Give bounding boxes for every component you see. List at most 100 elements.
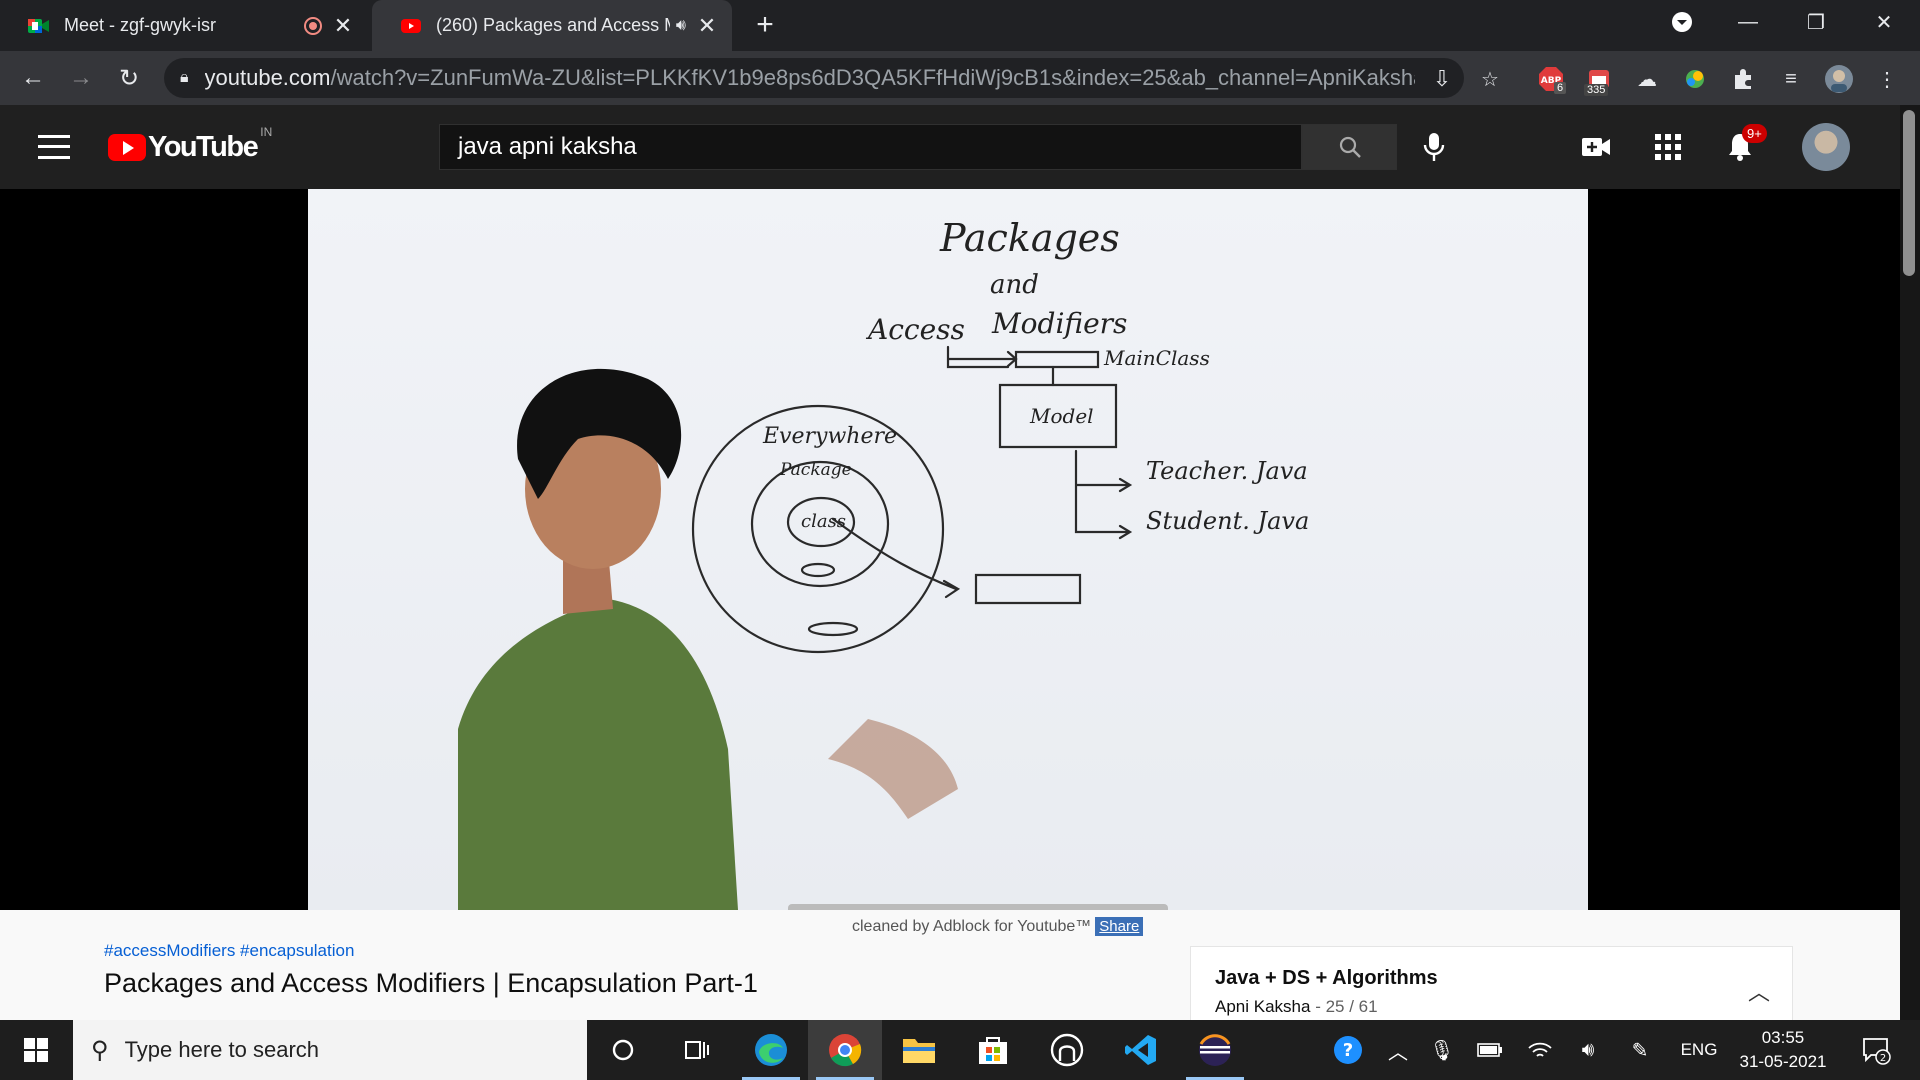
address-bar[interactable]: 🔒︎ youtube.com/watch?v=ZunFumWa-ZU&list=… xyxy=(164,58,1464,98)
heading-packages: Packages xyxy=(939,216,1120,260)
browser-tab-strip: Meet - zgf-gwyk-isr ✕ (260) Packages and… xyxy=(0,0,1920,51)
lock-icon: 🔒︎ xyxy=(180,69,189,86)
taskbar-search-placeholder: Type here to search xyxy=(124,1037,320,1062)
profile-avatar-icon[interactable] xyxy=(1824,64,1854,94)
task-view-icon[interactable] xyxy=(660,1020,734,1080)
forward-button[interactable]: → xyxy=(62,59,100,97)
abp-badge: 6 xyxy=(1554,82,1567,94)
github-desktop-icon[interactable] xyxy=(1030,1020,1104,1080)
calendar-extension-icon[interactable]: 335 xyxy=(1584,64,1614,96)
url-text: youtube.com/watch?v=ZunFumWa-ZU&list=PLK… xyxy=(204,65,1415,90)
search-value: java apni kaksha xyxy=(458,133,637,160)
colorful-extension-icon[interactable] xyxy=(1680,64,1710,94)
clock-date: 31-05-2021 xyxy=(1739,1052,1827,1071)
youtube-favicon-icon xyxy=(400,15,422,37)
tab-title: (260) Packages and Access M xyxy=(436,15,670,35)
file-explorer-icon[interactable] xyxy=(882,1020,956,1080)
media-queue-icon[interactable]: ≡ xyxy=(1776,64,1806,94)
close-tab-icon[interactable]: ✕ xyxy=(332,13,354,38)
install-icon[interactable]: ⇩ xyxy=(1427,64,1457,94)
heading-access: Access xyxy=(865,313,965,346)
scribble-1 xyxy=(800,562,836,578)
tab-title: Meet - zgf-gwyk-isr xyxy=(64,15,217,35)
notification-badge: 9+ xyxy=(1742,124,1767,143)
close-tab-icon[interactable]: ✕ xyxy=(696,13,718,38)
restore-icon[interactable]: ❐ xyxy=(1786,0,1846,44)
search-button[interactable] xyxy=(1302,124,1397,170)
playlist-title[interactable]: Java + DS + Algorithms xyxy=(1215,967,1438,990)
back-button[interactable]: ← xyxy=(14,59,52,97)
show-hidden-icons-chevron-icon[interactable]: ︿ xyxy=(1380,1020,1416,1080)
adblock-text: cleaned by Adblock for Youtube™ xyxy=(852,917,1092,935)
start-button[interactable] xyxy=(0,1020,72,1080)
video-title: Packages and Access Modifiers | Encapsul… xyxy=(104,968,758,998)
presenter-figure xyxy=(458,368,1168,910)
help-icon[interactable]: ? xyxy=(1326,1020,1370,1080)
volume-icon[interactable]: 🔊︎ xyxy=(1566,1020,1610,1080)
eclipse-ide-icon[interactable] xyxy=(1178,1020,1252,1080)
clock-time: 03:55 xyxy=(1761,1028,1805,1047)
apps-grid-icon[interactable] xyxy=(1650,129,1686,165)
microsoft-store-icon[interactable] xyxy=(956,1020,1030,1080)
new-tab-button[interactable]: + xyxy=(748,8,782,42)
youtube-logo[interactable]: YouTube IN xyxy=(108,125,272,164)
youtube-play-icon xyxy=(108,134,146,161)
arrow-to-mainclass xyxy=(946,345,1018,369)
close-window-icon[interactable]: ✕ xyxy=(1854,0,1914,44)
label-model: Model xyxy=(1029,404,1094,428)
bookmark-star-icon[interactable]: ☆ xyxy=(1475,64,1505,94)
taskbar-search-box[interactable]: ⚲ Type here to search xyxy=(73,1020,587,1080)
heading-modifiers: Modifiers xyxy=(991,307,1127,340)
microphone-icon[interactable] xyxy=(1416,129,1452,165)
language-indicator[interactable]: ENG xyxy=(1670,1020,1728,1080)
battery-icon[interactable] xyxy=(1468,1020,1512,1080)
reload-button[interactable]: ↻ xyxy=(110,59,148,97)
wifi-icon[interactable] xyxy=(1518,1020,1562,1080)
browser-toolbar: ← → ↻ 🔒︎ youtube.com/watch?v=ZunFumWa-ZU… xyxy=(0,51,1920,105)
share-link[interactable]: Share xyxy=(1095,917,1144,936)
cloud-extension-icon[interactable]: ☁ xyxy=(1632,64,1662,94)
create-video-icon[interactable] xyxy=(1578,129,1614,165)
search-icon: ⚲ xyxy=(91,1036,109,1064)
label-teacher: Teacher. Java xyxy=(1146,457,1308,485)
recording-icon xyxy=(304,16,322,35)
playlist-channel[interactable]: Apni Kaksha xyxy=(1215,997,1310,1016)
cortana-icon[interactable] xyxy=(586,1020,660,1080)
pen-ink-icon[interactable]: ✎ xyxy=(1618,1020,1662,1080)
playlist-panel[interactable]: Java + DS + Algorithms Apni Kaksha - 25 … xyxy=(1190,946,1793,1026)
video-frame-whiteboard: Packages and Access Modifiers MainClass … xyxy=(308,189,1588,910)
minimize-icon[interactable]: ― xyxy=(1718,0,1778,44)
search-input[interactable]: java apni kaksha xyxy=(439,124,1302,170)
tab-youtube[interactable]: (260) Packages and Access M 🔊︎ ✕ xyxy=(372,0,732,51)
video-player[interactable]: Packages and Access Modifiers MainClass … xyxy=(0,189,1900,910)
tab-search-icon[interactable] xyxy=(1652,0,1712,44)
chrome-browser-icon[interactable] xyxy=(808,1020,882,1080)
hamburger-menu-icon[interactable] xyxy=(38,131,70,163)
account-avatar[interactable] xyxy=(1802,123,1850,171)
svg-text:?: ? xyxy=(1343,1040,1353,1061)
scribble-2 xyxy=(807,621,859,637)
adblock-notice: cleaned by Adblock for Youtube™ Share xyxy=(852,917,1144,936)
empty-box xyxy=(974,573,1082,605)
taskbar-clock[interactable]: 03:55 31-05-2021 xyxy=(1728,1026,1838,1074)
label-everywhere: Everywhere xyxy=(762,424,897,449)
collapse-chevron-icon[interactable]: ︿ xyxy=(1748,975,1770,1007)
tab-meet[interactable]: Meet - zgf-gwyk-isr ✕ xyxy=(0,0,368,51)
adblock-plus-icon[interactable]: ABP 6 xyxy=(1536,64,1567,94)
country-code: IN xyxy=(260,125,273,139)
video-hashtags[interactable]: #accessModifiers #encapsulation xyxy=(104,941,354,961)
scrollbar-thumb[interactable] xyxy=(1903,110,1915,276)
windows-taskbar: ⚲ Type here to search ? ︿ 🎙︎ 🔊︎ ✎ ENG 03… xyxy=(0,1020,1920,1080)
heading-and: and xyxy=(990,270,1039,300)
extensions-puzzle-icon[interactable] xyxy=(1728,64,1758,94)
chrome-menu-icon[interactable]: ⋮ xyxy=(1872,64,1902,94)
video-info-section: cleaned by Adblock for Youtube™ Share #a… xyxy=(0,910,1900,1026)
speaker-icon[interactable]: 🔊︎ xyxy=(676,17,686,35)
action-center-icon[interactable]: 2 xyxy=(1848,1020,1904,1080)
edge-browser-icon[interactable] xyxy=(734,1020,808,1080)
vscode-icon[interactable] xyxy=(1104,1020,1178,1080)
model-branch-lines xyxy=(1074,449,1133,540)
microphone-tray-icon[interactable]: 🎙︎ xyxy=(1422,1020,1462,1080)
label-student: Student. Java xyxy=(1146,507,1309,535)
label-class: class xyxy=(801,511,846,532)
